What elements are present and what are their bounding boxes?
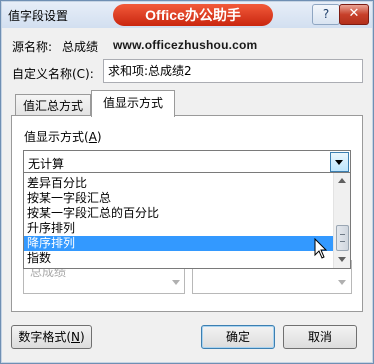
dialog-title: 值字段设置	[8, 9, 69, 23]
dropdown-option[interactable]: 按某一字段汇总的百分比	[24, 206, 334, 221]
dropdown-option[interactable]: 指数	[24, 251, 334, 266]
custom-name-input[interactable]: 求和项:总成绩2	[103, 59, 363, 83]
scroll-thumb[interactable]	[336, 225, 349, 251]
close-button[interactable]: ✕	[339, 4, 369, 25]
show-values-as-label: 值显示方式(A)	[24, 130, 102, 144]
scroll-up-arrow-icon[interactable]	[338, 178, 346, 183]
dropdown-scrollbar[interactable]	[333, 173, 350, 268]
source-name-value: 总成绩	[62, 40, 99, 54]
help-button[interactable]: ?	[312, 4, 340, 25]
watermark-logo: Office办公助手	[113, 4, 273, 26]
dropdown-option-selected[interactable]: 降序排列	[24, 236, 334, 251]
ok-button[interactable]: 确定	[201, 325, 275, 349]
watermark-url: www.officezhushou.com	[113, 38, 258, 52]
mouse-cursor-icon	[314, 238, 328, 259]
custom-name-label: 自定义名称(C):	[12, 67, 94, 81]
show-values-as-dropdown[interactable]: 差异百分比 按某一字段汇总 按某一字段汇总的百分比 升序排列 降序排列 指数	[23, 172, 351, 269]
source-name-label: 源名称:	[12, 40, 53, 54]
show-values-as-combo[interactable]: 无计算	[23, 150, 351, 174]
chevron-down-icon[interactable]	[330, 152, 349, 172]
dropdown-option[interactable]: 升序排列	[24, 221, 334, 236]
combo-selected-value: 无计算	[28, 157, 65, 171]
tab-show-values-as[interactable]: 值显示方式	[91, 90, 175, 117]
number-format-button[interactable]: 数字格式(N)	[11, 325, 92, 349]
cancel-button[interactable]: 取消	[283, 325, 357, 349]
base-field-scroll-down-icon	[172, 280, 180, 285]
scroll-down-arrow-icon[interactable]	[338, 257, 346, 262]
dropdown-option[interactable]: 差异百分比	[24, 176, 334, 191]
dropdown-option[interactable]: 按某一字段汇总	[24, 191, 334, 206]
tab-summarize-values-by[interactable]: 值汇总方式	[15, 94, 91, 117]
base-item-scroll-down-icon	[338, 280, 346, 285]
